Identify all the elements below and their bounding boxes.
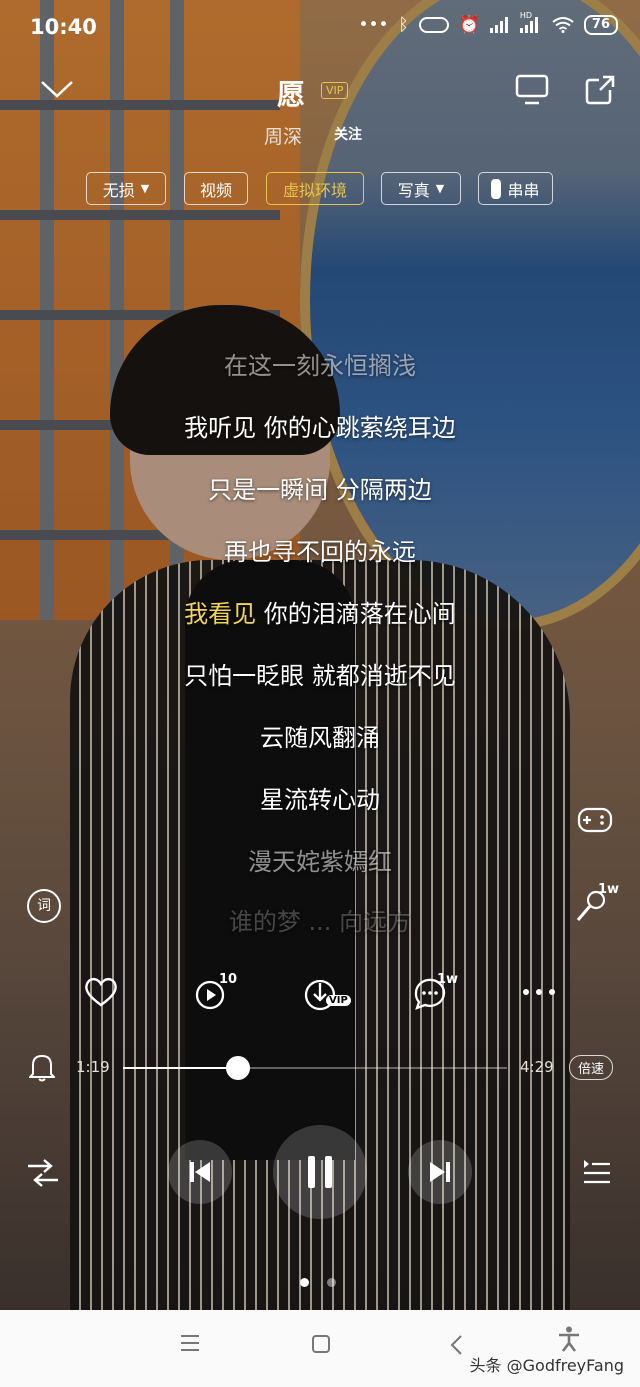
progress-slider[interactable] [123,1056,507,1080]
caret-down-icon: ▼ [435,182,445,195]
accessibility-icon[interactable] [558,1326,580,1352]
action-row: 10 VIP 1w [0,972,640,1025]
progress-knob[interactable] [226,1056,251,1080]
progress-row: 1:19 4:29 倍速 [0,1050,640,1086]
pause-icon [308,1156,332,1188]
clock: 10:40 [30,15,97,39]
lyric-line[interactable]: 再也寻不回的永远 [0,532,640,567]
artist-name[interactable]: 周深 [264,122,302,149]
lyric-line[interactable]: 只是一瞬间 分隔两边 [0,470,640,505]
virtual-env-label: 虚拟环境 [282,180,347,200]
download-icon[interactable] [302,975,338,1013]
comment-count-badge: 1w [437,972,459,987]
chevron-down-icon[interactable] [40,78,74,100]
skip-previous-icon [190,1162,210,1182]
pause-button[interactable] [273,1125,367,1219]
shuffle-icon[interactable] [26,1158,60,1188]
menu-icon[interactable] [180,1334,200,1352]
karaoke-count-badge: 1w [598,882,620,897]
chuan-button[interactable]: 串串 [478,172,553,205]
alarm-icon: ⏰ [458,15,480,35]
quality-selector[interactable]: 无损 ▼ [86,172,166,205]
lyric-line-current[interactable]: 我看见 你的泪滴落在心间 [0,594,640,629]
wifi-icon [552,17,574,33]
signal-icon [489,17,508,33]
lyric-line[interactable]: 漫天姹紫嫣红 [0,842,640,877]
heart-icon[interactable] [83,975,119,1009]
lyric-line[interactable]: 星流转心动 [0,780,640,815]
lyric-highlight: 我看见 [184,600,257,628]
lyric-line[interactable]: 谁的梦 ... 向远方 [0,902,640,937]
bluetooth-icon: ᛒ [398,15,409,35]
lyric-line[interactable]: 我听见 你的心跳萦绕耳边 [0,408,640,443]
lyric-line[interactable]: 在这一刻永恒搁浅 [0,346,640,381]
lyric-rest: 你的泪滴落在心间 [256,600,456,628]
lyric-line[interactable]: 云随风翻涌 [0,718,640,753]
next-button[interactable] [408,1140,472,1204]
share-icon[interactable] [584,74,616,106]
lyric-line[interactable]: 只怕一眨眼 就都消逝不见 [0,656,640,691]
status-icons: ••• ᛒ ⏰ HD 76 [358,11,618,35]
system-nav-bar: 头条 @GodfreyFang [0,1310,640,1387]
page-dot[interactable] [300,1278,309,1287]
download-vip-badge: VIP [326,995,351,1006]
playlist-icon[interactable] [582,1158,612,1186]
chuan-label: 串串 [507,180,540,200]
song-title: 愿 [277,78,306,111]
progress-fill [123,1067,239,1069]
page-indicator [300,1278,336,1287]
photo-selector[interactable]: 写真 ▼ [381,172,461,205]
video-button[interactable]: 视频 [184,172,248,205]
more-icon[interactable] [522,987,556,997]
watermark: 头条 @GodfreyFang [469,1356,624,1375]
lyric-mode-label: 词 [37,898,51,914]
lyric-mode-button[interactable]: 词 [27,889,61,923]
vpn-icon [418,17,449,33]
cast-screen-icon[interactable] [515,74,549,106]
vip-badge: VIP [321,82,349,99]
play-count-badge: 10 [219,972,238,987]
battery-indicator: 76 [583,15,618,35]
status-bar: 10:40 ••• ᛒ ⏰ HD 76 [0,0,640,58]
speed-button[interactable]: 倍速 [569,1055,614,1080]
follow-button[interactable]: 关注 [334,124,362,144]
chuan-icon [491,178,502,199]
bell-icon[interactable] [29,1052,55,1082]
photo-label: 写真 [397,180,430,200]
skip-next-icon [430,1162,450,1182]
caret-down-icon: ▼ [140,182,150,195]
back-icon[interactable] [449,1334,463,1356]
signal-hd-icon: HD [519,11,542,33]
dots-icon: ••• [358,15,389,35]
current-time: 1:19 [76,1058,110,1076]
home-icon[interactable] [311,1334,331,1354]
virtual-env-button[interactable]: 虚拟环境 [266,172,364,205]
video-label: 视频 [199,180,232,200]
total-time: 4:29 [520,1058,554,1076]
quality-label: 无损 [102,180,135,200]
previous-button[interactable] [168,1140,232,1204]
page-dot[interactable] [327,1278,336,1287]
game-controller-icon[interactable] [576,804,614,836]
